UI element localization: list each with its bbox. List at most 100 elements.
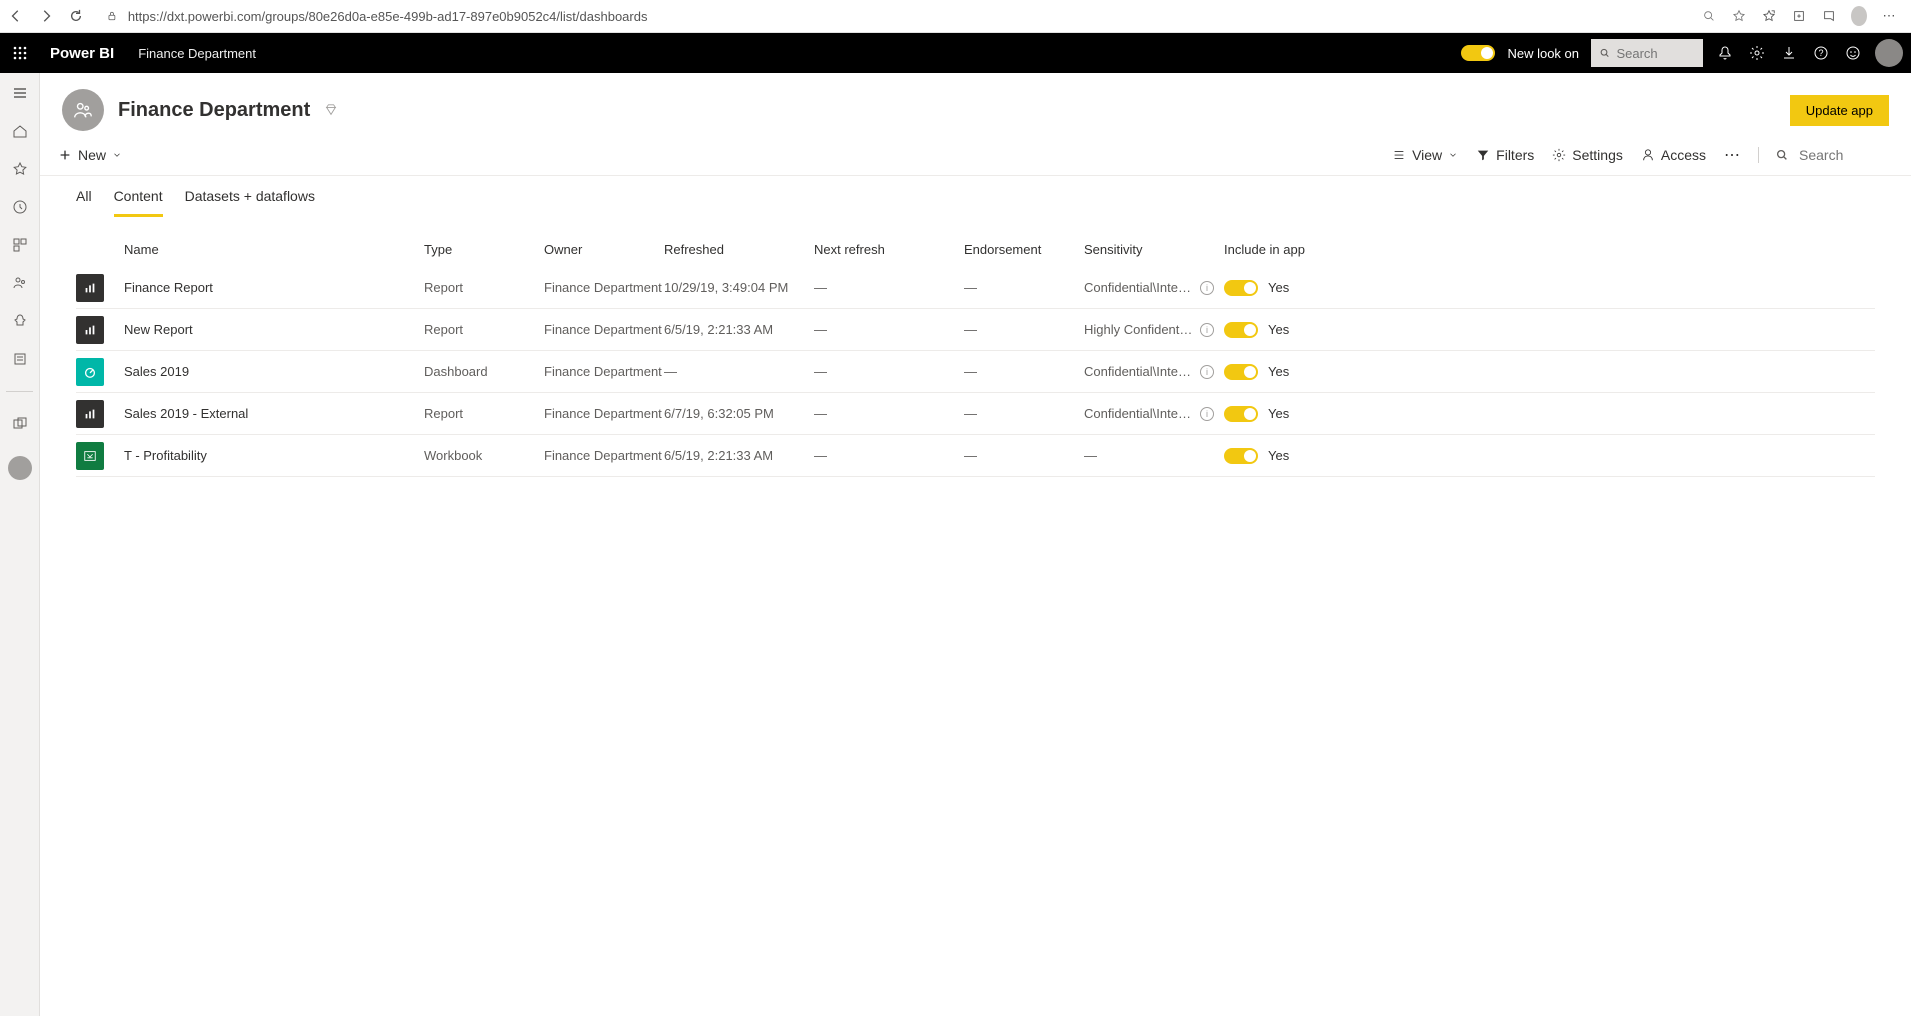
info-icon[interactable]: i (1200, 281, 1214, 295)
app-launcher-icon[interactable] (8, 41, 32, 65)
cell-name[interactable]: Sales 2019 (124, 364, 424, 379)
filters-label: Filters (1496, 147, 1534, 163)
user-avatar[interactable] (1875, 39, 1903, 67)
cell-next-refresh: — (814, 406, 964, 421)
col-next-refresh[interactable]: Next refresh (814, 242, 964, 257)
search-icon (1599, 46, 1610, 60)
settings-icon[interactable] (1747, 43, 1767, 63)
include-toggle[interactable] (1224, 448, 1258, 464)
new-button[interactable]: New (58, 147, 122, 163)
include-toggle[interactable] (1224, 364, 1258, 380)
table-row[interactable]: Finance ReportReportFinance Department10… (76, 267, 1875, 309)
update-app-button[interactable]: Update app (1790, 95, 1889, 126)
view-button[interactable]: View (1392, 147, 1458, 163)
table-row[interactable]: New ReportReportFinance Department6/5/19… (76, 309, 1875, 351)
cell-name[interactable]: T - Profitability (124, 448, 424, 463)
forward-icon[interactable] (38, 8, 54, 24)
notes-icon[interactable] (1821, 8, 1837, 24)
list-search-input[interactable] (1799, 147, 1889, 163)
zoom-icon[interactable] (1701, 8, 1717, 24)
more-button[interactable]: ⋯ (1724, 145, 1740, 165)
info-icon[interactable]: i (1200, 407, 1214, 421)
workspace-header: Finance Department Update app (40, 73, 1911, 139)
profile-icon[interactable] (1851, 8, 1867, 24)
nav-apps-icon[interactable] (10, 235, 30, 255)
table-row[interactable]: T - ProfitabilityWorkbookFinance Departm… (76, 435, 1875, 477)
include-label: Yes (1268, 448, 1289, 463)
browser-menu-icon[interactable]: ⋯ (1881, 8, 1897, 24)
col-owner[interactable]: Owner (544, 242, 664, 257)
content-tabs: All Content Datasets + dataflows (40, 176, 1911, 218)
cell-include: Yes (1224, 322, 1364, 338)
cell-next-refresh: — (814, 364, 964, 379)
cell-name[interactable]: Finance Report (124, 280, 424, 295)
browser-bar: ⋯ (0, 0, 1911, 33)
star-outline-icon[interactable] (1731, 8, 1747, 24)
settings-button[interactable]: Settings (1552, 147, 1623, 163)
collections-icon[interactable] (1791, 8, 1807, 24)
table-row[interactable]: Sales 2019DashboardFinance Department———… (76, 351, 1875, 393)
help-icon[interactable]: ? (1811, 43, 1831, 63)
col-endorsement[interactable]: Endorsement (964, 242, 1084, 257)
nav-home-icon[interactable] (10, 121, 30, 141)
url-input[interactable] (128, 9, 1679, 24)
table-row[interactable]: Sales 2019 - ExternalReportFinance Depar… (76, 393, 1875, 435)
cell-name[interactable]: New Report (124, 322, 424, 337)
info-icon[interactable]: i (1200, 365, 1214, 379)
info-icon[interactable]: i (1200, 323, 1214, 337)
cell-owner: Finance Department (544, 448, 664, 463)
notifications-icon[interactable] (1715, 43, 1735, 63)
tab-all[interactable]: All (76, 188, 92, 217)
new-look-toggle[interactable] (1461, 45, 1495, 61)
refresh-icon[interactable] (68, 8, 84, 24)
gear-icon (1552, 148, 1566, 162)
cell-refreshed: 6/5/19, 2:21:33 AM (664, 448, 814, 463)
nav-current-workspace-icon[interactable] (8, 456, 32, 480)
include-toggle[interactable] (1224, 280, 1258, 296)
access-label: Access (1661, 147, 1706, 163)
global-search-input[interactable] (1616, 46, 1695, 61)
filter-icon (1476, 148, 1490, 162)
col-include[interactable]: Include in app (1224, 242, 1364, 257)
nav-favorites-icon[interactable] (10, 159, 30, 179)
address-bar[interactable] (98, 9, 1687, 24)
cell-endorsement: — (964, 364, 1084, 379)
include-label: Yes (1268, 322, 1289, 337)
view-label: View (1412, 147, 1442, 163)
nav-shared-icon[interactable] (10, 273, 30, 293)
col-refreshed[interactable]: Refreshed (664, 242, 814, 257)
settings-label: Settings (1572, 147, 1623, 163)
include-toggle[interactable] (1224, 322, 1258, 338)
cell-include: Yes (1224, 448, 1364, 464)
col-sensitivity[interactable]: Sensitivity (1084, 242, 1224, 257)
cell-owner: Finance Department (544, 280, 664, 295)
cell-refreshed: 6/5/19, 2:21:33 AM (664, 322, 814, 337)
feedback-icon[interactable] (1843, 43, 1863, 63)
include-toggle[interactable] (1224, 406, 1258, 422)
breadcrumb[interactable]: Finance Department (132, 46, 256, 61)
nav-learn-icon[interactable] (10, 349, 30, 369)
list-icon (1392, 148, 1406, 162)
cell-name[interactable]: Sales 2019 - External (124, 406, 424, 421)
list-search[interactable] (1758, 147, 1889, 163)
tab-datasets[interactable]: Datasets + dataflows (185, 188, 315, 217)
nav-recent-icon[interactable] (10, 197, 30, 217)
col-type[interactable]: Type (424, 242, 544, 257)
cell-owner: Finance Department (544, 364, 664, 379)
command-bar: New View Filters Settings Access ⋯ (40, 139, 1911, 176)
cell-type: Report (424, 322, 544, 337)
download-icon[interactable] (1779, 43, 1799, 63)
report-icon (76, 274, 104, 302)
access-button[interactable]: Access (1641, 147, 1706, 163)
brand-label[interactable]: Power BI (44, 45, 120, 62)
back-icon[interactable] (8, 8, 24, 24)
cell-refreshed: 6/7/19, 6:32:05 PM (664, 406, 814, 421)
favorites-icon[interactable] (1761, 8, 1777, 24)
nav-deploy-icon[interactable] (10, 311, 30, 331)
nav-workspaces-icon[interactable] (10, 414, 30, 434)
filters-button[interactable]: Filters (1476, 147, 1534, 163)
tab-content[interactable]: Content (114, 188, 163, 217)
global-search[interactable] (1591, 39, 1703, 67)
col-name[interactable]: Name (124, 242, 424, 257)
nav-menu-icon[interactable] (10, 83, 30, 103)
